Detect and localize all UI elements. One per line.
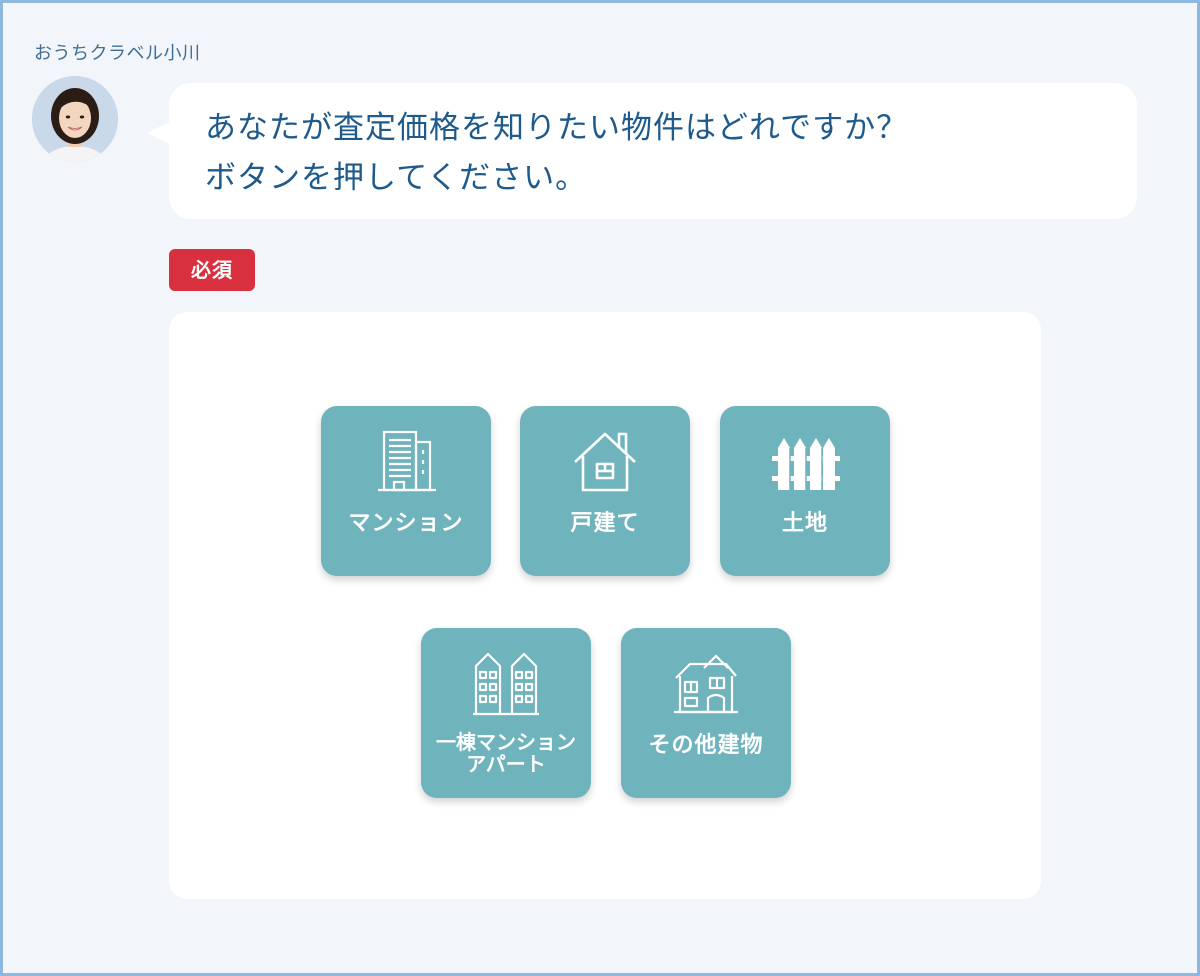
- option-detached-house-label: 戸建て: [570, 511, 640, 536]
- other-building-icon: [674, 654, 738, 714]
- option-whole-building-button[interactable]: 一棟マンション アパート: [421, 628, 591, 798]
- option-whole-building-label-line1: 一棟マンション: [436, 730, 576, 754]
- option-land-label: 土地: [781, 511, 828, 536]
- agent-name: おうちクラベル小川: [34, 43, 201, 64]
- option-detached-house-button[interactable]: 戸建て: [520, 406, 690, 576]
- apartment-building-icon: [378, 430, 436, 492]
- option-other-building-button[interactable]: その他建物: [621, 628, 791, 798]
- agent-avatar: [32, 76, 118, 162]
- house-icon: [574, 432, 636, 492]
- option-land-button[interactable]: 土地: [720, 406, 890, 576]
- message-bubble: あなたが査定価格を知りたい物件はどれですか？ ボタンを押してください。: [147, 83, 1137, 219]
- chat-frame: おうちクラベル小川 あなたが査定価格を知りたい物件はどれですか？ ボタンを押して…: [0, 0, 1200, 976]
- option-whole-building-label-line2: アパート: [466, 752, 546, 776]
- property-type-options: マンション 戸建て 土地 一棟マンション アパート その他建物: [169, 312, 1041, 899]
- message-line-1: あなたが査定価格を知りたい物件はどれですか？: [205, 110, 909, 146]
- option-mansion-label: マンション: [348, 511, 464, 536]
- message-line-2: ボタンを押してください。: [205, 160, 588, 196]
- option-whole-building-label: 一棟マンション アパート: [421, 731, 591, 775]
- required-badge: 必須: [169, 249, 255, 291]
- twin-apartment-icon: [473, 652, 539, 716]
- option-mansion-button[interactable]: マンション: [321, 406, 491, 576]
- fence-icon: [772, 438, 840, 490]
- option-other-building-label: その他建物: [648, 733, 764, 758]
